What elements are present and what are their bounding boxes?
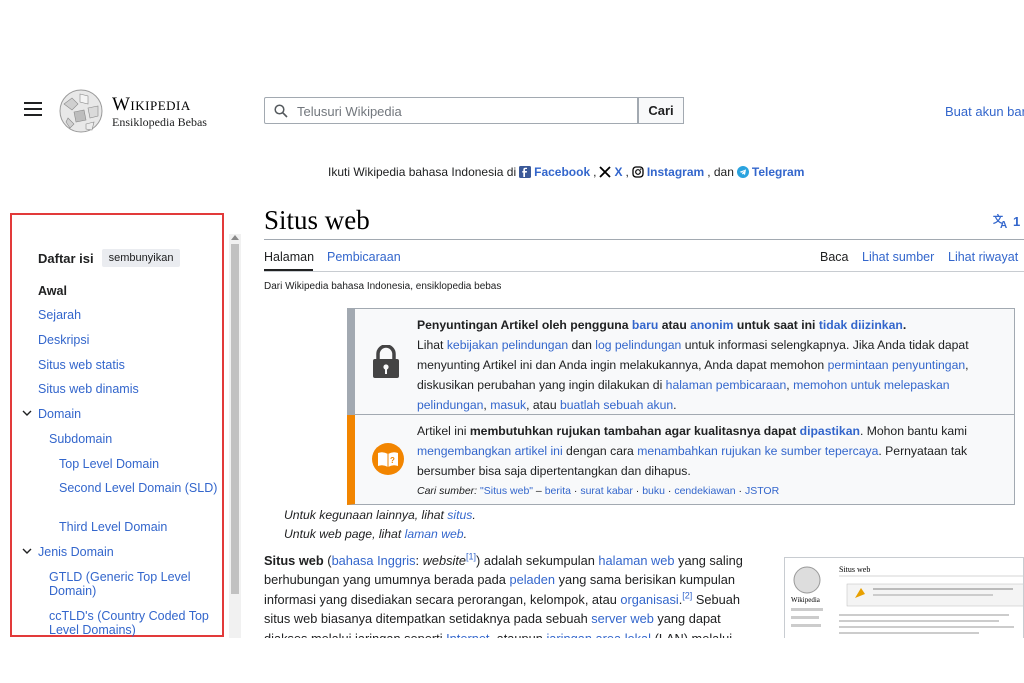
padlock-icon — [373, 345, 399, 378]
follow-bar: Ikuti Wikipedia bahasa Indonesia di Face… — [328, 165, 805, 179]
toc-domain-chevron-down-icon[interactable] — [22, 408, 32, 418]
link-halaman-pembicaraan[interactable]: halaman pembicaraan — [666, 378, 787, 392]
toc-item-subdomain[interactable]: Subdomain — [49, 432, 112, 446]
scroll-up-arrow-icon[interactable] — [231, 235, 239, 240]
thumbnail-screenshot: Wikipedia Situs web — [785, 558, 1023, 640]
toc-item-second-level-domain[interactable]: Second Level Domain (SLD) — [59, 481, 219, 495]
link-src-query[interactable]: "Situs web" — [480, 485, 533, 497]
toc-header: Daftar isi sembunyikan — [38, 249, 181, 267]
toc-title: Daftar isi — [38, 250, 94, 266]
link-menambahkan-rujukan[interactable]: menambahkan rujukan ke sumber tepercaya — [637, 444, 878, 458]
link-mengembangkan-artikel[interactable]: mengembangkan artikel ini — [417, 444, 563, 458]
create-account-link[interactable]: Buat akun baru — [945, 104, 1024, 119]
link-buat-akun[interactable]: buatlah sebuah akun — [560, 398, 673, 412]
link-anonim[interactable]: anonim — [690, 318, 733, 332]
toc-item-top-level-domain[interactable]: Top Level Domain — [59, 457, 159, 471]
main-menu-button[interactable] — [24, 102, 42, 118]
link-tidak-diizinkan[interactable]: tidak diizinkan — [819, 318, 903, 332]
link-log-pelindungan[interactable]: log pelindungan — [595, 338, 681, 352]
tab-pembicaraan[interactable]: Pembicaraan — [327, 250, 401, 264]
hatnote-laman-web: Untuk web page, lihat laman web. — [284, 527, 467, 541]
link-bahasa-inggris[interactable]: bahasa Inggris — [332, 553, 416, 568]
toc-item-cctld[interactable]: ccTLD's (Country Coded Top Level Domains… — [49, 609, 217, 637]
toc-item-sejarah[interactable]: Sejarah — [38, 308, 81, 322]
search-box[interactable] — [264, 97, 638, 124]
link-situs[interactable]: situs — [447, 508, 472, 522]
thumb-title: Situs web — [839, 565, 870, 574]
link-permintaan-penyuntingan[interactable]: permintaan penyuntingan — [828, 358, 966, 372]
toc-item-situs-web-dinamis[interactable]: Situs web dinamis — [38, 382, 139, 396]
toc-item-awal[interactable]: Awal — [38, 284, 67, 298]
language-button[interactable]: 文 A 1 — [993, 213, 1020, 229]
link-src-cendekiawan[interactable]: cendekiawan — [674, 485, 735, 497]
translate-icon: 文 A — [993, 213, 1007, 229]
x-link[interactable]: X — [614, 165, 622, 179]
toc-item-situs-web-statis[interactable]: Situs web statis — [38, 358, 125, 372]
site-subtitle: Dari Wikipedia bahasa Indonesia, ensiklo… — [264, 281, 502, 292]
wikipedia-globe-logo[interactable] — [58, 88, 104, 134]
title-divider — [264, 239, 1024, 240]
toc-jenis-domain-chevron-down-icon[interactable] — [22, 546, 32, 556]
toc-scrollbar-thumb[interactable] — [231, 244, 239, 594]
link-src-berita[interactable]: berita — [545, 485, 571, 497]
link-server-web[interactable]: server web — [591, 611, 654, 626]
wikipedia-tagline: Ensiklopedia Bebas — [112, 115, 207, 129]
link-kebijakan-pelindungan[interactable]: kebijakan pelindungan — [447, 338, 568, 352]
language-count: 1 — [1013, 213, 1021, 229]
toc-item-domain[interactable]: Domain — [38, 407, 81, 421]
protection-notice: Penyuntingan Artikel oleh pengguna baru … — [347, 308, 1015, 415]
telegram-link[interactable]: Telegram — [752, 165, 804, 179]
hatnote-situs: Untuk kegunaan lainnya, lihat situs. — [284, 508, 476, 522]
ref-2[interactable]: [2] — [682, 591, 692, 601]
article-thumbnail-image[interactable]: Wikipedia Situs web — [784, 557, 1024, 641]
search-button[interactable]: Cari — [638, 97, 684, 124]
instagram-link[interactable]: Instagram — [647, 165, 704, 179]
toc-item-jenis-domain[interactable]: Jenis Domain — [38, 545, 114, 559]
tab-lihat-sumber[interactable]: Lihat sumber — [862, 250, 934, 264]
tabs-divider — [264, 271, 1024, 272]
thumb-logo: Wikipedia — [791, 596, 821, 604]
tab-baca[interactable]: Baca — [820, 250, 849, 264]
search-icon — [274, 104, 288, 118]
follow-and: , dan — [707, 165, 734, 179]
tab-lihat-riwayat[interactable]: Lihat riwayat — [948, 250, 1018, 264]
facebook-icon — [519, 166, 532, 178]
link-memohon-melepaskan[interactable]: memohon untuk melepaskan — [793, 378, 950, 392]
link-masuk[interactable]: masuk — [490, 398, 526, 412]
toc-hide-button[interactable]: sembunyikan — [101, 249, 181, 267]
link-dipastikan[interactable]: dipastikan — [800, 424, 860, 438]
link-halaman-web[interactable]: halaman web — [598, 553, 674, 568]
svg-text:?: ? — [390, 456, 395, 465]
link-peladen[interactable]: peladen — [509, 572, 555, 587]
link-src-buku[interactable]: buku — [642, 485, 665, 497]
link-src-surat-kabar[interactable]: surat kabar — [580, 485, 633, 497]
link-src-jstor[interactable]: JSTOR — [745, 485, 779, 497]
telegram-icon — [736, 166, 749, 178]
book-question-icon: ? — [372, 443, 404, 475]
link-pelindungan[interactable]: pelindungan — [417, 398, 483, 412]
page-title: Situs web — [264, 205, 370, 235]
link-laman-web[interactable]: laman web — [405, 527, 464, 541]
ref-1[interactable]: [1] — [466, 552, 476, 562]
toc-item-third-level-domain[interactable]: Third Level Domain — [59, 520, 167, 534]
facebook-link[interactable]: Facebook — [534, 165, 590, 179]
toc-item-gtld[interactable]: GTLD (Generic Top Level Domain) — [49, 570, 217, 598]
toc-scrollbar[interactable] — [229, 234, 241, 638]
instagram-icon — [632, 166, 644, 178]
page-bottom-cutoff — [0, 638, 1024, 683]
follow-prefix: Ikuti Wikipedia bahasa Indonesia di — [328, 165, 517, 179]
refs-needed-notice: ? Artikel ini membutuhkan rujukan tambah… — [347, 415, 1015, 505]
x-icon — [599, 166, 612, 178]
toc-item-deskripsi[interactable]: Deskripsi — [38, 333, 89, 347]
tab-halaman[interactable]: Halaman — [264, 250, 314, 264]
search-input[interactable] — [295, 101, 629, 122]
svg-text:A: A — [1000, 220, 1007, 229]
link-baru[interactable]: baru — [632, 318, 658, 332]
wikipedia-wordmark[interactable]: Wikipedia — [112, 94, 191, 116]
link-organisasi[interactable]: organisasi — [620, 592, 678, 607]
